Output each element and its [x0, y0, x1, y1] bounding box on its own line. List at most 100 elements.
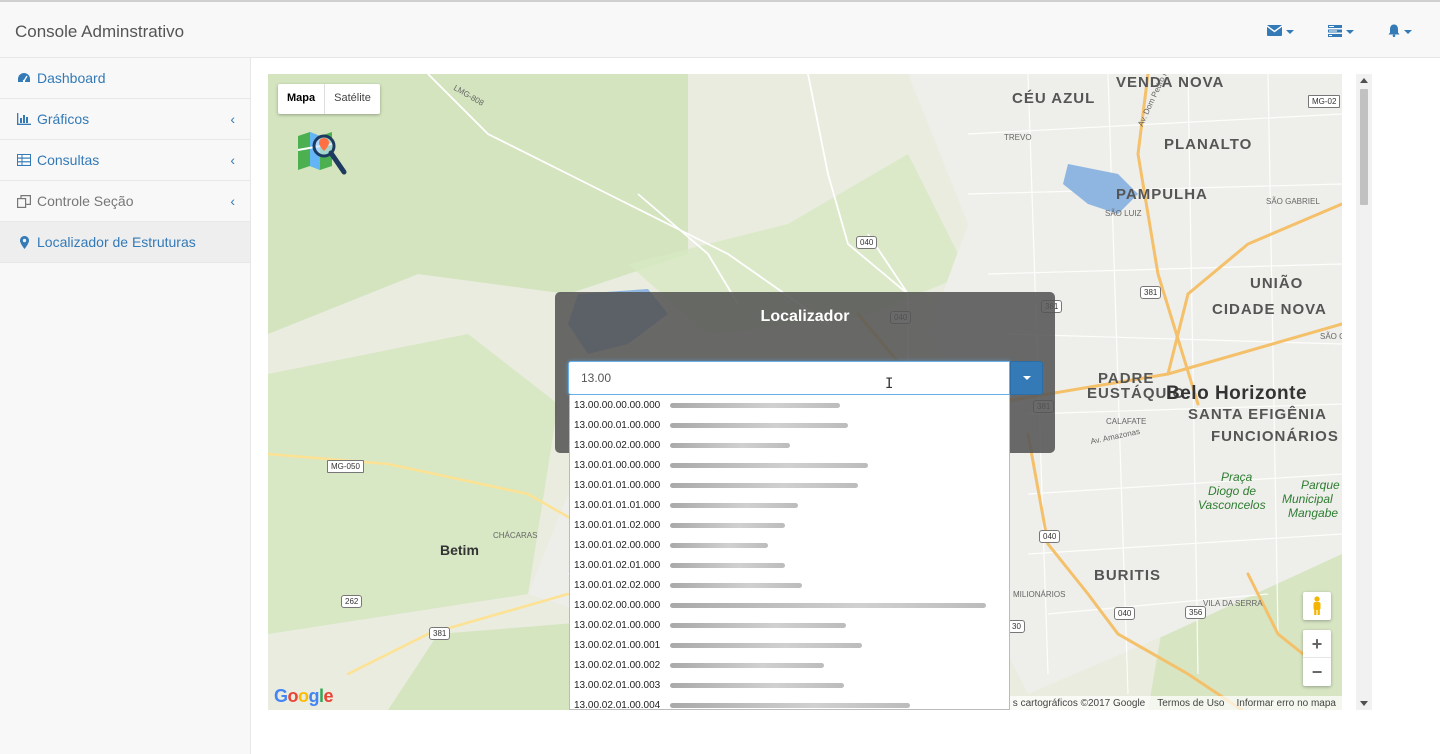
list-item[interactable]: 13.00.00.00.00.000 [570, 395, 1009, 415]
caret-down-icon [1022, 376, 1031, 380]
redacted-description [670, 442, 790, 448]
list-item[interactable]: 13.00.01.01.02.000 [570, 515, 1009, 535]
list-item[interactable]: 13.00.02.01.00.004 [570, 695, 1009, 710]
sidebar-item-label: Dashboard [37, 70, 106, 86]
option-code: 13.00.01.01.02.000 [574, 519, 661, 531]
option-code: 13.00.01.02.00.000 [574, 539, 661, 551]
list-item[interactable]: 13.00.00.02.00.000 [570, 435, 1009, 455]
map-label: Betim [440, 542, 479, 558]
sidebar-item-consultas[interactable]: Consultas ‹ [0, 140, 250, 181]
option-code: 13.00.02.01.00.001 [574, 639, 661, 651]
map-label: Diogo de [1208, 484, 1257, 498]
chevron-left-icon: ‹ [230, 193, 235, 209]
sidebar-item-label: Localizador de Estruturas [37, 234, 196, 250]
redacted-description [670, 502, 798, 508]
option-code: 13.00.02.01.00.000 [574, 619, 661, 631]
list-item[interactable]: 13.00.01.02.02.000 [570, 575, 1009, 595]
tasks-dropdown[interactable] [1328, 24, 1354, 37]
scroll-down-icon[interactable] [1360, 701, 1368, 706]
bar-chart-icon [16, 112, 32, 126]
map-label: PLANALTO [1164, 136, 1253, 153]
redacted-description [670, 542, 768, 548]
sidebar-item-controle-secao[interactable]: Controle Seção ‹ [0, 181, 250, 222]
copy-icon [16, 194, 32, 208]
map-data-attribution: s cartográficos ©2017 Google [1012, 697, 1146, 709]
map-label: CIDADE NOVA [1212, 301, 1327, 318]
route-shield: 381 [1140, 286, 1162, 299]
locator-results-list[interactable]: 13.00.00.00.00.000 13.00.00.01.00.000 13.0… [569, 395, 1010, 710]
list-item[interactable]: 13.00.01.02.01.000 [570, 555, 1009, 575]
map-label: CÉU AZUL [1012, 90, 1096, 107]
table-icon [16, 153, 32, 167]
locator-combobox [568, 361, 1043, 395]
street-view-pegman[interactable] [1303, 592, 1331, 620]
alerts-dropdown[interactable] [1388, 24, 1412, 37]
locator-dropdown-button[interactable] [1010, 361, 1043, 395]
list-item[interactable]: 13.00.01.01.01.000 [570, 495, 1009, 515]
redacted-description [670, 562, 785, 568]
list-item[interactable]: 13.00.02.01.00.003 [570, 675, 1009, 695]
dashboard-icon [16, 71, 32, 85]
locator-search-input[interactable] [568, 361, 1010, 395]
option-code: 13.00.01.01.00.000 [574, 479, 661, 491]
redacted-description [670, 522, 785, 528]
map-type-satellite-button[interactable]: Satélite [325, 84, 380, 114]
option-code: 13.00.02.01.00.004 [574, 699, 661, 710]
redacted-description [670, 602, 986, 608]
route-shield: 040 [1114, 607, 1136, 620]
option-code: 13.00.02.01.00.003 [574, 679, 661, 691]
report-error-link[interactable]: Informar erro no mapa [1237, 698, 1337, 709]
map-label: SANTA EFIGÊNIA [1188, 406, 1328, 423]
messages-dropdown[interactable] [1267, 24, 1294, 37]
google-logo[interactable]: Google [274, 686, 334, 707]
terms-link[interactable]: Termos de Uso [1157, 698, 1224, 709]
route-shield: 381 [429, 627, 451, 640]
map-label: UNIÃO [1250, 275, 1304, 292]
map-label: PAMPULHA [1116, 186, 1208, 203]
map-type-map-button[interactable]: Mapa [278, 84, 326, 114]
map-attribution: s cartográficos ©2017 Google Termos de U… [1006, 696, 1342, 710]
route-shield: 040 [856, 236, 878, 249]
list-item[interactable]: 13.00.01.00.00.000 [570, 455, 1009, 475]
map-label: CHÁCARAS [493, 531, 538, 540]
sidebar-item-dashboard[interactable]: Dashboard [0, 58, 250, 99]
scroll-up-icon[interactable] [1360, 78, 1368, 83]
page-scrollbar[interactable] [1356, 74, 1372, 710]
option-code: 13.00.01.01.01.000 [574, 499, 661, 511]
redacted-description [670, 582, 802, 588]
map-label: Praça [1221, 470, 1253, 484]
navbar-icons [1267, 24, 1412, 37]
redacted-description [670, 642, 862, 648]
route-shield: MG-050 [327, 460, 364, 473]
list-item[interactable]: 13.00.02.00.00.000 [570, 595, 1009, 615]
zoom-out-button[interactable]: − [1303, 658, 1331, 686]
app-title[interactable]: Console Adminstrativo [15, 22, 184, 42]
list-item[interactable]: 13.00.02.01.00.001 [570, 635, 1009, 655]
option-code: 13.00.01.02.01.000 [574, 559, 661, 571]
list-item[interactable]: 13.00.02.01.00.000 [570, 615, 1009, 635]
option-code: 13.00.01.02.02.000 [574, 579, 661, 591]
map-label: Belo Horizonte [1166, 383, 1308, 404]
list-item[interactable]: 13.00.00.01.00.000 [570, 415, 1009, 435]
map-type-control: Mapa Satélite [278, 84, 380, 114]
route-shield: 262 [341, 595, 363, 608]
tasks-icon [1328, 24, 1342, 37]
locator-logo-icon[interactable] [296, 126, 348, 178]
map-label: Municipal [1282, 492, 1333, 506]
list-item[interactable]: 13.00.01.01.00.000 [570, 475, 1009, 495]
scrollbar-thumb[interactable] [1360, 89, 1368, 205]
list-item[interactable]: 13.00.01.02.00.000 [570, 535, 1009, 555]
map-label: CALAFATE [1106, 417, 1147, 426]
sidebar-item-localizador[interactable]: Localizador de Estruturas [0, 222, 250, 263]
sidebar-item-graficos[interactable]: Gráficos ‹ [0, 99, 250, 140]
map-label: VENDA NOVA [1116, 74, 1225, 91]
route-shield: MG-02 [1308, 95, 1341, 108]
map-label: FUNCIONÁRIOS [1211, 428, 1339, 445]
route-shield: 356 [1185, 606, 1207, 619]
zoom-in-button[interactable]: + [1303, 630, 1331, 658]
zoom-control: + − [1303, 630, 1331, 686]
route-shield: 30 [1008, 620, 1025, 633]
list-item[interactable]: 13.00.02.01.00.002 [570, 655, 1009, 675]
map-label: Mangabe [1288, 506, 1339, 520]
bell-icon [1388, 24, 1400, 37]
